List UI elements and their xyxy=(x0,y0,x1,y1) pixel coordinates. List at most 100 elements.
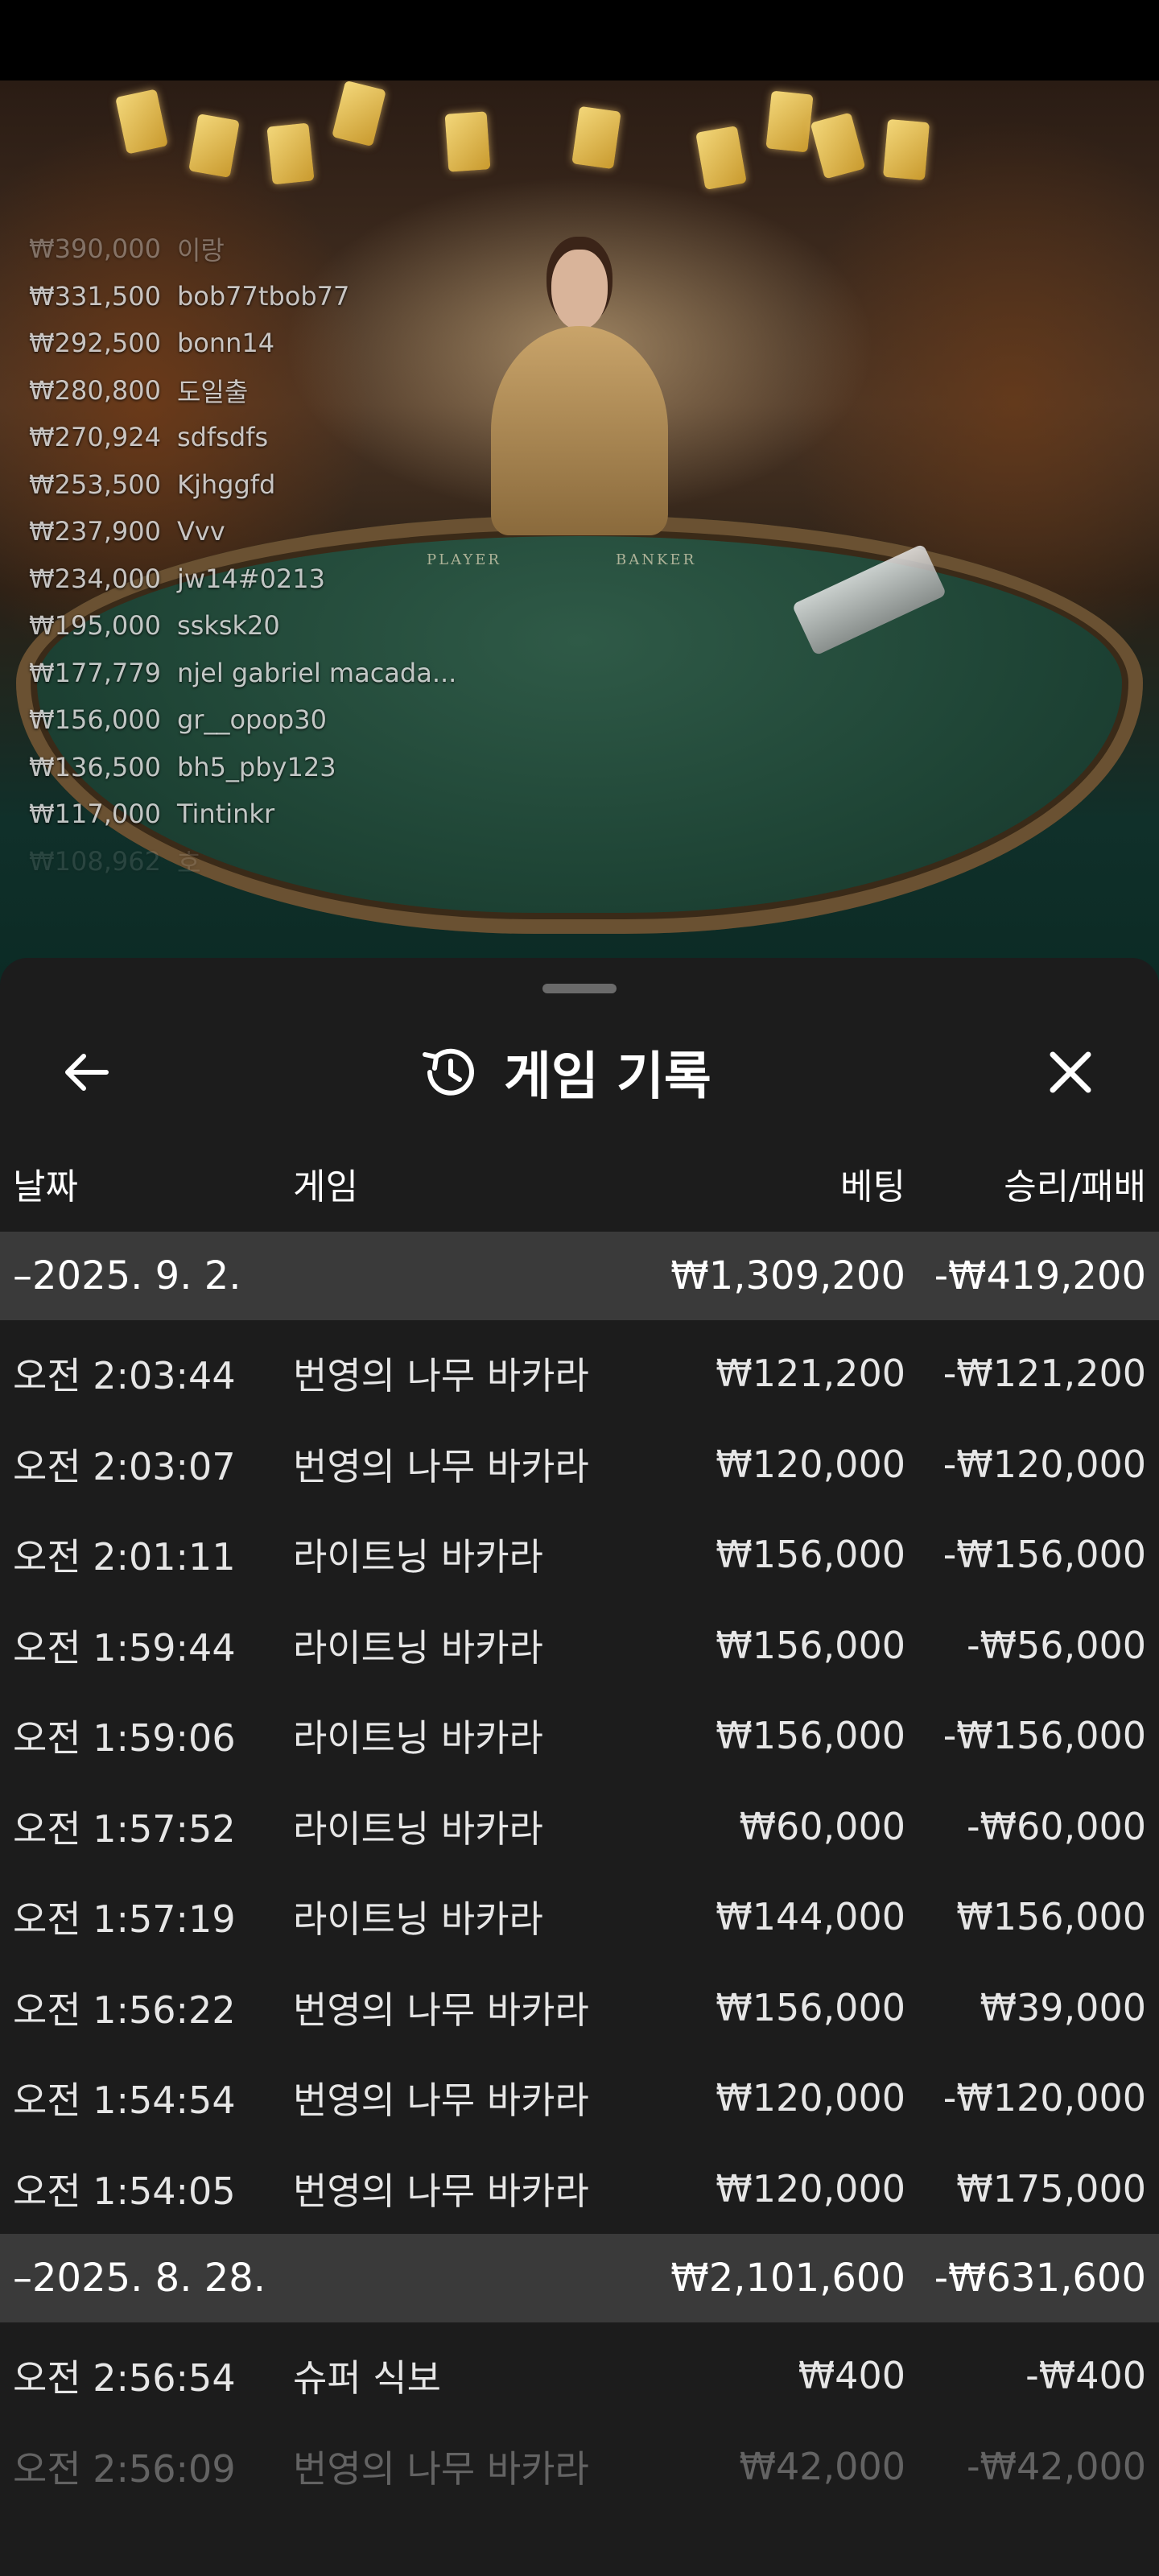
row-win-loss: -₩121,200 xyxy=(942,1352,1146,1396)
row-bet: ₩156,000 xyxy=(716,1714,905,1758)
row-time: 오전 1:59:44 xyxy=(13,1625,236,1670)
golden-card-ornament xyxy=(444,111,491,172)
row-bet: ₩42,000 xyxy=(739,2444,905,2488)
leaderboard-row: ₩136,500 bh5_pby123 xyxy=(29,744,456,791)
golden-card-ornament xyxy=(332,80,386,147)
game-history-panel: 게임 기록 날짜 게임 베팅 승리/패배 –2025. 9. 2. ₩1,309,… xyxy=(0,958,1159,2576)
row-win-loss: ₩175,000 xyxy=(956,2166,1146,2211)
history-row[interactable]: 오전 1:59:44 라이트닝 바카라 ₩156,000 -₩56,000 xyxy=(0,1600,1159,1691)
leaderboard-amount: ₩390,000 xyxy=(29,233,161,265)
leaderboard-player-name: Vvv xyxy=(176,516,225,547)
row-win-loss: -₩120,000 xyxy=(942,1442,1146,1486)
panel-title-group: 게임 기록 xyxy=(419,1037,711,1108)
history-row[interactable]: 오전 2:56:54 슈퍼 식보 ₩400 -₩400 xyxy=(0,2330,1159,2421)
history-icon xyxy=(423,1048,474,1096)
group-win-loss-total: -₩631,600 xyxy=(934,2256,1146,2301)
leaderboard-amount: ₩195,000 xyxy=(29,610,161,642)
leaderboard-player-name: gr__opop30 xyxy=(176,704,327,736)
leaderboard-amount: ₩117,000 xyxy=(29,799,161,830)
row-bet: ₩121,200 xyxy=(716,1352,905,1396)
row-time: 오전 2:56:09 xyxy=(13,2446,236,2491)
group-bet-total: ₩1,309,200 xyxy=(670,1253,905,1298)
row-game-name: 슈퍼 식보 xyxy=(293,2356,441,2401)
row-bet: ₩156,000 xyxy=(716,1533,905,1577)
leaderboard-row: ₩237,900 Vvv xyxy=(29,508,456,555)
history-list: –2025. 9. 2. ₩1,309,200 -₩419,200 오전 2:03:4… xyxy=(0,1232,1159,2512)
history-row[interactable]: 오전 2:03:44 번영의 나무 바카라 ₩121,200 -₩121,200 xyxy=(0,1328,1159,1419)
history-row[interactable]: 오전 2:03:07 번영의 나무 바카라 ₩120,000 -₩120,000 xyxy=(0,1419,1159,1510)
leaderboard-player-name: bh5_pby123 xyxy=(176,751,336,782)
date-group-row[interactable]: –2025. 9. 2. ₩1,309,200 -₩419,200 xyxy=(0,1232,1159,1320)
status-bar xyxy=(0,0,1159,80)
leaderboard-amount: ₩331,500 xyxy=(29,280,161,312)
back-button[interactable] xyxy=(52,1037,122,1108)
row-game-name: 라이트닝 바카라 xyxy=(293,1535,543,1579)
golden-card-ornament xyxy=(810,112,866,180)
leaderboard-amount: ₩177,779 xyxy=(29,657,161,688)
leaderboard-player-name: ssksk20 xyxy=(176,610,280,642)
row-time: 오전 1:56:22 xyxy=(13,1988,236,2032)
golden-card-ornament xyxy=(266,122,315,185)
row-game-name: 번영의 나무 바카라 xyxy=(293,2169,589,2213)
leaderboard-amount: ₩136,500 xyxy=(29,751,161,782)
leaderboard-row: ₩177,779 njel gabriel macada... xyxy=(29,650,456,697)
leaderboard-player-name: 도일출 xyxy=(176,376,249,407)
row-game-name: 번영의 나무 바카라 xyxy=(293,1354,589,1398)
row-bet: ₩156,000 xyxy=(716,1985,905,2029)
group-date: –2025. 9. 2. xyxy=(13,1253,241,1298)
leaderboard-player-name: sdfsdfs xyxy=(176,422,269,453)
leaderboard-row: ₩234,000 jw14#0213 xyxy=(29,555,456,603)
history-row[interactable]: 오전 1:54:54 번영의 나무 바카라 ₩120,000 -₩120,000 xyxy=(0,2053,1159,2144)
history-row[interactable]: 오전 2:56:09 번영의 나무 바카라 ₩42,000 -₩42,000 xyxy=(0,2421,1159,2512)
history-row[interactable]: 오전 1:59:06 라이트닝 바카라 ₩156,000 -₩156,000 xyxy=(0,1690,1159,1781)
row-win-loss: -₩156,000 xyxy=(942,1533,1146,1577)
row-time: 오전 2:56:54 xyxy=(13,2356,236,2401)
row-time: 오전 1:57:19 xyxy=(13,1897,236,1942)
row-bet: ₩400 xyxy=(798,2354,905,2398)
group-date: –2025. 8. 28. xyxy=(13,2256,266,2301)
close-button[interactable] xyxy=(1035,1037,1106,1108)
leaderboard-row: ₩156,000 gr__opop30 xyxy=(29,696,456,744)
live-video-stream: PLAYER BANKER ₩390,000 이랑 ₩331,500 bob77tbo… xyxy=(0,80,1159,1006)
history-row[interactable]: 오전 1:57:19 라이트닝 바카라 ₩144,000 ₩156,000 xyxy=(0,1872,1159,1963)
leaderboard-row: ₩390,000 이랑 xyxy=(29,225,456,273)
column-header-game: 게임 xyxy=(293,1166,358,1208)
history-row[interactable]: 오전 2:01:11 라이트닝 바카라 ₩156,000 -₩156,000 xyxy=(0,1509,1159,1600)
row-time: 오전 1:57:52 xyxy=(13,1806,236,1851)
leaderboard-amount: ₩270,924 xyxy=(29,422,161,453)
leaderboard-amount: ₩156,000 xyxy=(29,704,161,736)
row-time: 오전 2:03:44 xyxy=(13,1354,236,1398)
history-row[interactable]: 오전 1:54:05 번영의 나무 바카라 ₩120,000 ₩175,000 xyxy=(0,2144,1159,2235)
group-win-loss-total: -₩419,200 xyxy=(934,1253,1146,1298)
row-game-name: 라이트닝 바카라 xyxy=(293,1897,543,1942)
golden-card-ornament xyxy=(571,105,621,170)
row-win-loss: ₩156,000 xyxy=(956,1895,1146,1939)
column-header-win-loss: 승리/패배 xyxy=(1004,1166,1146,1208)
group-bet-total: ₩2,101,600 xyxy=(670,2256,905,2301)
row-time: 오전 1:54:05 xyxy=(13,2169,236,2213)
golden-card-ornament xyxy=(695,126,747,190)
dealer xyxy=(483,250,676,604)
row-win-loss: -₩56,000 xyxy=(966,1623,1146,1667)
column-header-date: 날짜 xyxy=(13,1166,78,1208)
row-win-loss: -₩60,000 xyxy=(966,1804,1146,1848)
history-row[interactable]: 오전 1:56:22 번영의 나무 바카라 ₩156,000 ₩39,000 xyxy=(0,1963,1159,2054)
leaderboard-amount: ₩108,962 xyxy=(29,845,161,877)
date-group-row[interactable]: –2025. 8. 28. ₩2,101,600 -₩631,600 xyxy=(0,2234,1159,2322)
row-time: 오전 1:54:54 xyxy=(13,2079,236,2123)
row-game-name: 번영의 나무 바카라 xyxy=(293,1988,589,2032)
leaderboard-row: ₩117,000 Tintinkr xyxy=(29,791,456,838)
drag-handle[interactable] xyxy=(542,984,617,993)
golden-card-ornament xyxy=(115,89,168,155)
row-game-name: 번영의 나무 바카라 xyxy=(293,2079,589,2123)
row-time: 오전 2:03:07 xyxy=(13,1444,236,1488)
leaderboard-player-name: bonn14 xyxy=(176,328,275,359)
row-time: 오전 2:01:11 xyxy=(13,1535,236,1579)
row-win-loss: -₩156,000 xyxy=(942,1714,1146,1758)
history-row[interactable]: 오전 1:57:52 라이트닝 바카라 ₩60,000 -₩60,000 xyxy=(0,1781,1159,1872)
row-bet: ₩60,000 xyxy=(739,1804,905,1848)
leaderboard-player-name: 이랑 xyxy=(176,235,225,266)
row-bet: ₩156,000 xyxy=(716,1623,905,1667)
row-win-loss: -₩400 xyxy=(1025,2354,1146,2398)
row-time: 오전 1:59:06 xyxy=(13,1716,236,1761)
